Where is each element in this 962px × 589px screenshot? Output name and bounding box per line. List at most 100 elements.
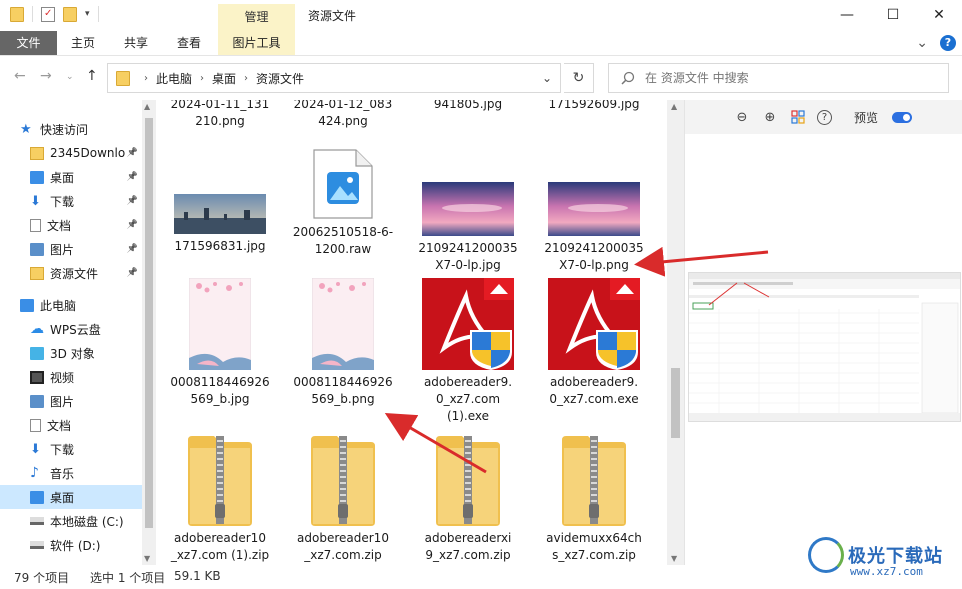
raw-image-icon (283, 148, 403, 220)
sidebar-item-label: 软件 (D:) (50, 538, 101, 553)
scroll-down-icon[interactable]: ▼ (144, 554, 150, 563)
maximize-button[interactable]: ☐ (870, 3, 916, 27)
recent-dropdown-icon[interactable]: ⌄ (66, 72, 74, 82)
sidebar-item-label: 音乐 (50, 466, 75, 481)
ribbon-expand-icon[interactable]: ⌄ (916, 35, 928, 51)
breadcrumb-resources[interactable]: 资源文件 (256, 70, 304, 87)
window-title: 资源文件 (308, 9, 357, 23)
watermark-url: www.xz7.com (850, 565, 923, 578)
sidebar-item[interactable]: 图片 (0, 389, 142, 413)
sidebar-item[interactable]: 本地磁盘 (C:) (0, 509, 142, 533)
search-icon (621, 71, 635, 85)
sidebar-scroll-thumb[interactable] (145, 118, 153, 528)
image-thumbnail (408, 182, 528, 236)
sidebar-item[interactable]: ♪ 音乐 (0, 461, 142, 485)
file-item[interactable]: avidemuxx64ch s_xz7.com.zip (534, 434, 654, 564)
sidebar-item[interactable]: 桌面 (0, 485, 142, 509)
file-item[interactable]: adobereader9. 0_xz7.com.exe (534, 278, 654, 408)
chevron-right-icon: › (144, 72, 148, 84)
customize-dropdown-icon[interactable]: ▾ (85, 9, 90, 19)
file-grid-scroll-thumb[interactable] (671, 368, 680, 438)
file-item[interactable]: adobereader10 _xz7.com (1).zip (160, 434, 280, 564)
file-item[interactable]: 2109241200035 X7-0-lp.png (534, 182, 654, 274)
folder-icon (116, 70, 130, 86)
grid-view-icon[interactable] (789, 108, 807, 126)
file-item[interactable]: adobereader9. 0_xz7.com (1).exe (408, 278, 528, 425)
tab-picture-tools[interactable]: 图片工具 (218, 31, 295, 55)
file-item[interactable]: 2006251051​8-6- 1200.raw (283, 148, 403, 258)
refresh-button[interactable]: ↻ (564, 63, 594, 93)
pin-icon: 📌 (126, 268, 138, 278)
file-name: 2006251051​8-6- 1200.raw (292, 225, 394, 256)
up-arrow-icon[interactable]: ↑ (86, 68, 98, 84)
file-item[interactable]: adobereaderxi 9_xz7.com.zip (408, 434, 528, 564)
tab-share[interactable]: 共享 (115, 31, 157, 55)
file-item[interactable]: 941805.jpg (408, 100, 528, 113)
search-input[interactable] (645, 71, 925, 85)
search-box[interactable] (608, 63, 949, 93)
sidebar-item[interactable]: ⬇ 下载 📌 (0, 189, 142, 213)
scroll-down-icon[interactable]: ▼ (671, 554, 677, 563)
pictures-icon (30, 394, 44, 408)
sidebar-item[interactable]: 资源文件 📌 (0, 261, 142, 285)
file-item[interactable]: 171596831.jpg (160, 194, 280, 255)
file-item[interactable]: 0008118446926 569_b.jpg (160, 277, 280, 408)
file-name: 0008118446926 569_b.png (293, 375, 393, 406)
scroll-up-icon[interactable]: ▲ (144, 102, 150, 111)
file-name: 2024-01-11_131 210.png (170, 100, 270, 128)
sidebar-item-label: 本地磁盘 (C:) (50, 514, 124, 529)
sidebar-item[interactable]: 此电脑 (0, 293, 142, 317)
forward-arrow-icon[interactable]: → (40, 68, 52, 84)
file-item[interactable]: 171592609.jpg (534, 100, 654, 113)
sidebar-item[interactable]: 软件 (D:) (0, 533, 142, 557)
sidebar-item[interactable]: 3D 对象 (0, 341, 142, 365)
tab-file[interactable]: 文件 (0, 31, 57, 55)
sidebar-item[interactable]: 2345Downlo 📌 (0, 141, 142, 165)
adobe-installer-icon (534, 278, 654, 370)
zoom-in-icon[interactable]: ⊕ (761, 108, 779, 126)
properties-icon[interactable]: ✓ (41, 6, 55, 22)
sidebar-item[interactable]: ⬇ 下载 (0, 437, 142, 461)
sidebar-scrollbar[interactable]: ▲ ▼ (142, 100, 156, 565)
sidebar-item[interactable]: 视频 (0, 365, 142, 389)
address-bar[interactable]: › 此电脑 › 桌面 › 资源文件 ⌄ (107, 63, 561, 93)
help-icon[interactable]: ? (940, 35, 956, 51)
sidebar-item-label: 资源文件 (50, 266, 99, 281)
file-name: 2109241200035 X7-0-lp.png (544, 241, 644, 272)
preview-pane: ⊖ ⊕ ? 预览 (684, 100, 962, 565)
navigation-bar: ← → ⌄ ↑ › 此电脑 › 桌面 › 资源文件 ⌄ ↻ (0, 56, 962, 100)
breadcrumb-this-pc[interactable]: 此电脑 (156, 70, 192, 87)
close-button[interactable]: ✕ (916, 3, 962, 27)
sidebar-item[interactable]: 桌面 📌 (0, 165, 142, 189)
sidebar-item[interactable]: 图片 📌 (0, 237, 142, 261)
zoom-out-icon[interactable]: ⊖ (733, 108, 751, 126)
file-item[interactable]: 2109241200035 X7-0-lp.jpg (408, 182, 528, 274)
file-item[interactable]: 2024-01-12_083 424.png (283, 100, 403, 130)
minimize-button[interactable]: — (824, 3, 870, 27)
back-arrow-icon[interactable]: ← (14, 68, 26, 84)
tab-home[interactable]: 主页 (62, 31, 104, 55)
sidebar-item[interactable]: ☁ WPS云盘 (0, 317, 142, 341)
folder-icon (30, 266, 44, 280)
scroll-up-icon[interactable]: ▲ (671, 102, 677, 111)
download-icon: ⬇ (30, 441, 41, 457)
folder-icon (30, 146, 44, 160)
sidebar-item[interactable]: 文档 📌 (0, 213, 142, 237)
file-grid-scrollbar[interactable]: ▲ ▼ (667, 100, 684, 565)
preview-toggle[interactable] (892, 111, 913, 123)
pin-icon: 📌 (126, 172, 138, 182)
breadcrumb-desktop[interactable]: 桌面 (212, 70, 236, 87)
tab-view[interactable]: 查看 (168, 31, 210, 55)
help-icon[interactable]: ? (817, 109, 832, 125)
address-dropdown-icon[interactable]: ⌄ (542, 71, 552, 85)
file-item[interactable]: 2024-01-11_131 210.png (160, 100, 280, 130)
sidebar-item[interactable]: ★ 快速访问 (0, 117, 142, 141)
cube-icon (30, 346, 44, 360)
drive-icon (30, 517, 44, 525)
sidebar-item[interactable]: 文档 (0, 413, 142, 437)
new-folder-icon[interactable] (63, 6, 77, 22)
file-item[interactable]: 0008118446926 569_b.png (283, 277, 403, 408)
file-name: 171592609.jpg (548, 100, 640, 111)
context-tab-manage[interactable]: 管理 (218, 4, 295, 31)
file-item[interactable]: adobereader10 _xz7.com.zip (283, 434, 403, 564)
